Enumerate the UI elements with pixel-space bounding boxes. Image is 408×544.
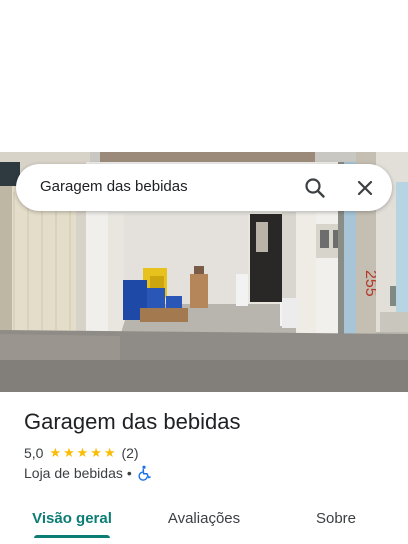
active-tab-indicator [34,535,110,538]
close-icon[interactable] [352,175,378,201]
star-icon: ★ [49,445,62,460]
place-tabs: Visão geral Avaliações Sobre [0,495,408,544]
search-bar[interactable]: Garagem das bebidas [16,164,392,211]
review-count[interactable]: (2) [121,445,138,461]
star-icon: ★ [63,445,75,460]
rating-row[interactable]: 5,0 ★ ★ ★ ★ ★ (2) [24,445,139,461]
search-icon[interactable] [302,175,328,201]
place-name: Garagem das bebidas [24,409,241,434]
star-icon: ★ [76,445,89,460]
place-category: Loja de bebidas [24,465,123,481]
category-row: Loja de bebidas • [24,465,152,481]
tab-reviews[interactable]: Avaliações [153,495,255,541]
wheelchair-icon [138,465,152,481]
star-icon: ★ [103,445,116,460]
star-icon: ★ [90,445,102,460]
search-input[interactable]: Garagem das bebidas [40,178,188,195]
tab-about[interactable]: Sobre [296,495,376,541]
rating-value: 5,0 [24,445,44,461]
separator-dot: • [126,465,132,481]
star-rating: ★ ★ ★ ★ ★ [49,445,117,461]
